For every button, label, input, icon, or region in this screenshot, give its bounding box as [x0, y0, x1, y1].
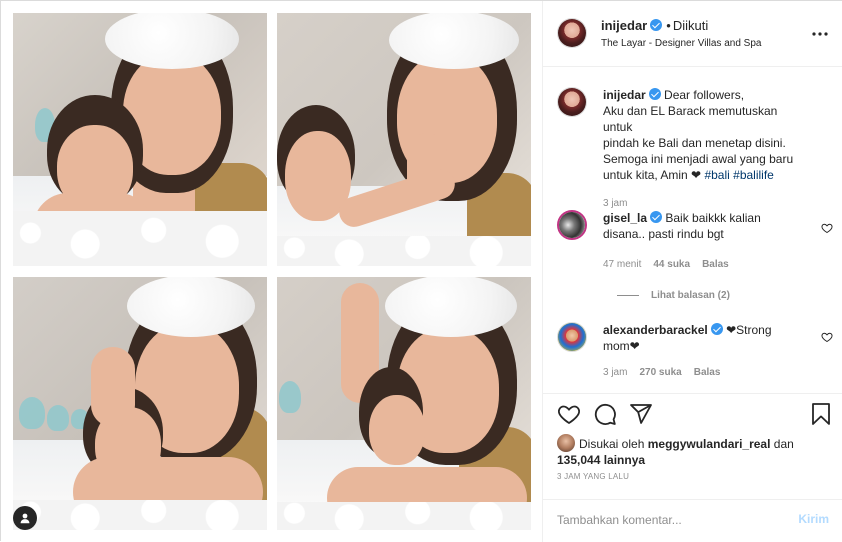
caption-username[interactable]: inijedar: [603, 88, 646, 102]
post-timestamp[interactable]: 3 JAM YANG LALU: [557, 472, 629, 481]
caption-time[interactable]: 3 jam: [603, 198, 627, 209]
divider: [617, 294, 639, 296]
send-comment-button[interactable]: Kirim: [798, 512, 829, 526]
reply-button[interactable]: Balas: [694, 367, 721, 378]
user-tag-icon[interactable]: [13, 506, 37, 530]
author-avatar[interactable]: [557, 18, 587, 48]
caption-text: Dear followers,: [664, 88, 745, 102]
heart-icon[interactable]: [557, 402, 581, 426]
post-side-panel: inijedar • Diikuti The Layar - Designer Vi…: [543, 1, 842, 542]
hashtag-link[interactable]: #bali: [704, 168, 729, 182]
author-username[interactable]: inijedar: [601, 18, 647, 33]
comment-composer: Kirim: [543, 499, 842, 542]
verified-badge-icon: [650, 19, 663, 31]
commenter-avatar[interactable]: [557, 210, 587, 240]
verified-badge-icon: [650, 211, 663, 223]
comment-likes[interactable]: 270 suka: [639, 367, 681, 378]
verified-badge-icon: [648, 88, 661, 100]
post-location[interactable]: The Layar - Designer Villas and Spa: [601, 38, 761, 49]
comment-time[interactable]: 3 jam: [603, 367, 627, 378]
comments-list[interactable]: inijedar Dear followers, Aku dan EL Bara…: [543, 68, 842, 393]
photo-top-right: [277, 13, 531, 266]
photo-bottom-right: [277, 277, 531, 530]
commenter-username[interactable]: gisel_la: [603, 211, 647, 225]
liker-username[interactable]: meggywulandari_real: [648, 437, 771, 451]
comment-item: gisel_la Baik baikkk kalian disana.. pas…: [557, 210, 837, 301]
comment-text: Baik baikkk kalian: [665, 211, 761, 225]
share-icon[interactable]: [629, 402, 653, 426]
comment-likes[interactable]: 44 suka: [653, 259, 690, 270]
likes-summary: Disukai oleh meggywulandari_real dan 135…: [557, 434, 829, 468]
bookmark-icon[interactable]: [809, 402, 833, 426]
more-options-icon[interactable]: [811, 25, 829, 43]
view-replies-button[interactable]: Lihat balasan (2): [617, 290, 730, 301]
post-media[interactable]: [1, 1, 543, 542]
comment-icon[interactable]: [593, 402, 617, 426]
liker-avatar[interactable]: [557, 434, 575, 452]
post-actions: Disukai oleh meggywulandari_real dan 135…: [543, 393, 842, 499]
likes-count[interactable]: 135,044 lainnya: [557, 453, 645, 467]
commenter-avatar[interactable]: [557, 322, 587, 352]
post-header: inijedar • Diikuti The Layar - Designer Vi…: [543, 1, 842, 67]
caption: inijedar Dear followers, Aku dan EL Bara…: [557, 87, 837, 209]
photo-bottom-left: [13, 277, 267, 530]
commenter-username[interactable]: alexanderbarackel: [603, 323, 708, 337]
comment-time[interactable]: 47 menit: [603, 259, 641, 270]
verified-badge-icon: [710, 323, 723, 335]
comment-heart-icon[interactable]: [821, 331, 833, 343]
reply-button[interactable]: Balas: [702, 259, 729, 270]
comment-heart-icon[interactable]: [821, 222, 833, 234]
post-dialog: inijedar • Diikuti The Layar - Designer Vi…: [0, 0, 842, 542]
comment-text: ❤Strong: [726, 323, 772, 337]
comment-item: alexanderbarackel ❤Strong mom❤ 3 jam 270 …: [557, 322, 837, 392]
follow-status-button[interactable]: Diikuti: [673, 18, 708, 33]
photo-top-left: [13, 13, 267, 266]
comment-input[interactable]: [557, 510, 777, 530]
hashtag-link[interactable]: #balilife: [733, 168, 774, 182]
author-avatar[interactable]: [557, 87, 587, 117]
